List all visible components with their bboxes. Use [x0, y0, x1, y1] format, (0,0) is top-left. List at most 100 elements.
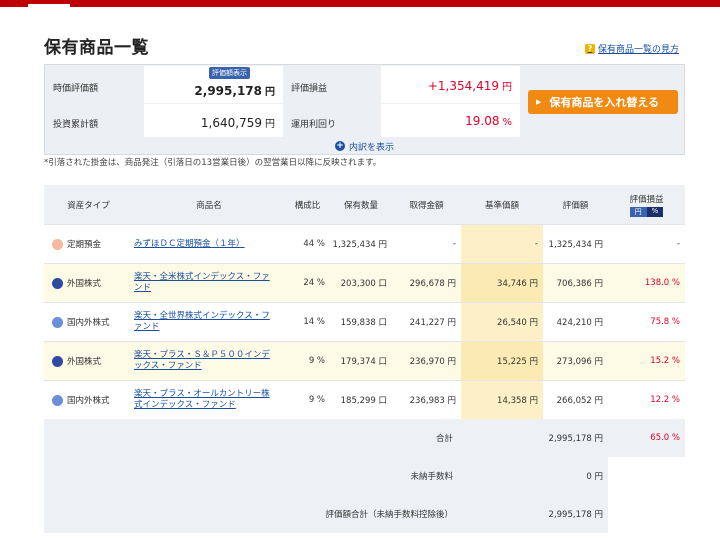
- help-link-label: 保有商品一覧の見方: [597, 45, 679, 55]
- asset-color-dot: [52, 278, 63, 289]
- market-value: 2,995,178 円: [194, 84, 275, 98]
- header-ratio: 構成比: [285, 185, 330, 225]
- product-link[interactable]: 楽天・全世界株式インデックス・ファンド: [134, 311, 284, 333]
- plus-circle-icon: +: [334, 141, 345, 151]
- swap-holdings-label: 保有商品を入れ替える: [549, 96, 660, 109]
- summary-panel: 時価評価額 評価額表示 2,995,178 円 評価損益 +1,354,419 円 …: [44, 64, 685, 155]
- deposit-note: *引落された掛金は、商品発注（引落日の13営業日後）の翌営業日以降に反映されます…: [44, 158, 382, 168]
- valuation-cell: 424,210 円: [543, 302, 608, 342]
- question-icon: ?: [584, 43, 595, 54]
- unpaid-fee-value: 0 円: [461, 457, 608, 495]
- profit-box: +1,354,419 円: [381, 66, 520, 103]
- market-value-box: 評価額表示 2,995,178 円: [144, 66, 283, 103]
- asset-color-dot: [52, 395, 63, 406]
- total-row: 合計 2,995,178 円 65.0 %: [44, 419, 685, 457]
- profit-unit-toggle[interactable]: 円%: [629, 206, 664, 217]
- help-link[interactable]: ? 保有商品一覧の見方: [584, 42, 679, 55]
- page-title: 保有商品一覧: [44, 38, 149, 58]
- product-link[interactable]: 楽天・全米株式インデックス・ファンド: [134, 272, 284, 294]
- product-link[interactable]: 楽天・プラス・オールカントリー株式インデックス・ファンド: [134, 389, 284, 411]
- toggle-percent[interactable]: %: [646, 206, 664, 217]
- table-row: 国内外株式 楽天・全世界株式インデックス・ファンド 14 % 159,838 口…: [44, 302, 685, 342]
- cost-cell: -: [392, 224, 461, 264]
- product-name-cell: みずほＤＣ定期預金（１年）: [133, 224, 285, 264]
- product-name-cell: 楽天・全世界株式インデックス・ファンド: [133, 302, 285, 342]
- base-price-cell: 14,358 円: [461, 380, 543, 419]
- profit-cell: 12.2 %: [608, 380, 685, 419]
- net-total-label: 評価額合計（未納手数料控除後）: [44, 495, 461, 533]
- asset-type-cell: 国内外株式: [44, 302, 133, 342]
- holdings-table: 資産タイプ 商品名 構成比 保有数量 取得金額 基準価額 評価額 評価損益 円%…: [44, 185, 685, 533]
- header-base-price: 基準価額: [461, 185, 543, 225]
- cost-cell: 241,227 円: [392, 302, 461, 342]
- product-link[interactable]: 楽天・プラス・Ｓ＆Ｐ５００インデックス・ファンド: [134, 350, 284, 372]
- asset-type-cell: 国内外株式: [44, 380, 133, 419]
- valuation-cell: 266,052 円: [543, 380, 608, 419]
- ratio-cell: 9 %: [285, 380, 330, 419]
- asset-type-cell: 外国株式: [44, 341, 133, 381]
- yield-box: 19.08%: [381, 104, 520, 137]
- unpaid-fee-row: 未納手数料 0 円: [44, 457, 685, 495]
- yield-label: 運用利回り: [291, 120, 337, 130]
- table-header-row: 資産タイプ 商品名 構成比 保有数量 取得金額 基準価額 評価額 評価損益 円%: [44, 185, 685, 225]
- ratio-cell: 44 %: [285, 224, 330, 264]
- profit-cell: 15.2 %: [608, 341, 685, 381]
- invested-label: 投資累計額: [53, 120, 99, 130]
- quantity-cell: 185,299 口: [330, 380, 392, 419]
- top-header-bar: [0, 0, 720, 7]
- ratio-cell: 14 %: [285, 302, 330, 342]
- asset-color-dot: [52, 317, 63, 328]
- valuation-cell: 706,386 円: [543, 263, 608, 303]
- header-cost: 取得金額: [392, 185, 461, 225]
- net-total-blank: [608, 495, 685, 533]
- base-price-cell: 26,540 円: [461, 302, 543, 342]
- toggle-yen[interactable]: 円: [629, 206, 647, 217]
- cost-cell: 296,678 円: [392, 263, 461, 303]
- profit-value: +1,354,419 円: [427, 79, 512, 93]
- quantity-cell: 179,374 口: [330, 341, 392, 381]
- product-name-cell: 楽天・全米株式インデックス・ファンド: [133, 263, 285, 303]
- ratio-cell: 9 %: [285, 341, 330, 381]
- table-row: 国内外株式 楽天・プラス・オールカントリー株式インデックス・ファンド 9 % 1…: [44, 380, 685, 419]
- header-profit-label: 評価損益: [629, 194, 664, 205]
- total-profit: 65.0 %: [608, 419, 685, 457]
- swap-holdings-button[interactable]: ▶ 保有商品を入れ替える: [528, 90, 678, 114]
- header-profit: 評価損益 円%: [608, 185, 685, 225]
- cost-cell: 236,970 円: [392, 341, 461, 381]
- yield-value: 19.08%: [465, 114, 512, 128]
- table-row: 外国株式 楽天・全米株式インデックス・ファンド 24 % 203,300 口 2…: [44, 263, 685, 303]
- invested-value: 1,640,759 円: [200, 116, 275, 130]
- header-quantity: 保有数量: [330, 185, 392, 225]
- base-price-cell: -: [461, 224, 543, 264]
- table-row: 外国株式 楽天・プラス・Ｓ＆Ｐ５００インデックス・ファンド 9 % 179,37…: [44, 341, 685, 381]
- invested-box: 1,640,759 円: [144, 104, 283, 137]
- quantity-cell: 159,838 口: [330, 302, 392, 342]
- profit-cell: 138.0 %: [608, 263, 685, 303]
- caret-right-icon: ▶: [536, 98, 542, 106]
- base-price-cell: 34,746 円: [461, 263, 543, 303]
- show-breakdown-label: 内訳を表示: [348, 142, 394, 153]
- product-name-cell: 楽天・プラス・オールカントリー株式インデックス・ファンド: [133, 380, 285, 419]
- market-value-label: 時価評価額: [53, 84, 99, 94]
- header-asset-type: 資産タイプ: [44, 185, 133, 225]
- ratio-cell: 24 %: [285, 263, 330, 303]
- asset-color-dot: [52, 356, 63, 367]
- asset-type-cell: 定期預金: [44, 224, 133, 264]
- show-breakdown-toggle[interactable]: + 内訳を表示: [45, 138, 684, 154]
- valuation-cell: 273,096 円: [543, 341, 608, 381]
- net-total-row: 評価額合計（未納手数料控除後） 2,995,178 円: [44, 495, 685, 533]
- profit-label: 評価損益: [291, 84, 328, 94]
- product-name-cell: 楽天・プラス・Ｓ＆Ｐ５００インデックス・ファンド: [133, 341, 285, 381]
- header-product-name: 商品名: [133, 185, 285, 225]
- valuation-cell: 1,325,434 円: [543, 224, 608, 264]
- profit-cell: 75.8 %: [608, 302, 685, 342]
- cost-cell: 236,983 円: [392, 380, 461, 419]
- table-row: 定期預金 みずほＤＣ定期預金（１年） 44 % 1,325,434 円 - - …: [44, 224, 685, 264]
- product-link[interactable]: みずほＤＣ定期預金（１年）: [134, 239, 284, 250]
- asset-type-cell: 外国株式: [44, 263, 133, 303]
- total-valuation: 2,995,178 円: [461, 419, 608, 457]
- unpaid-fee-label: 未納手数料: [44, 457, 461, 495]
- total-label: 合計: [44, 419, 461, 457]
- unpaid-fee-blank: [608, 457, 685, 495]
- base-price-cell: 15,225 円: [461, 341, 543, 381]
